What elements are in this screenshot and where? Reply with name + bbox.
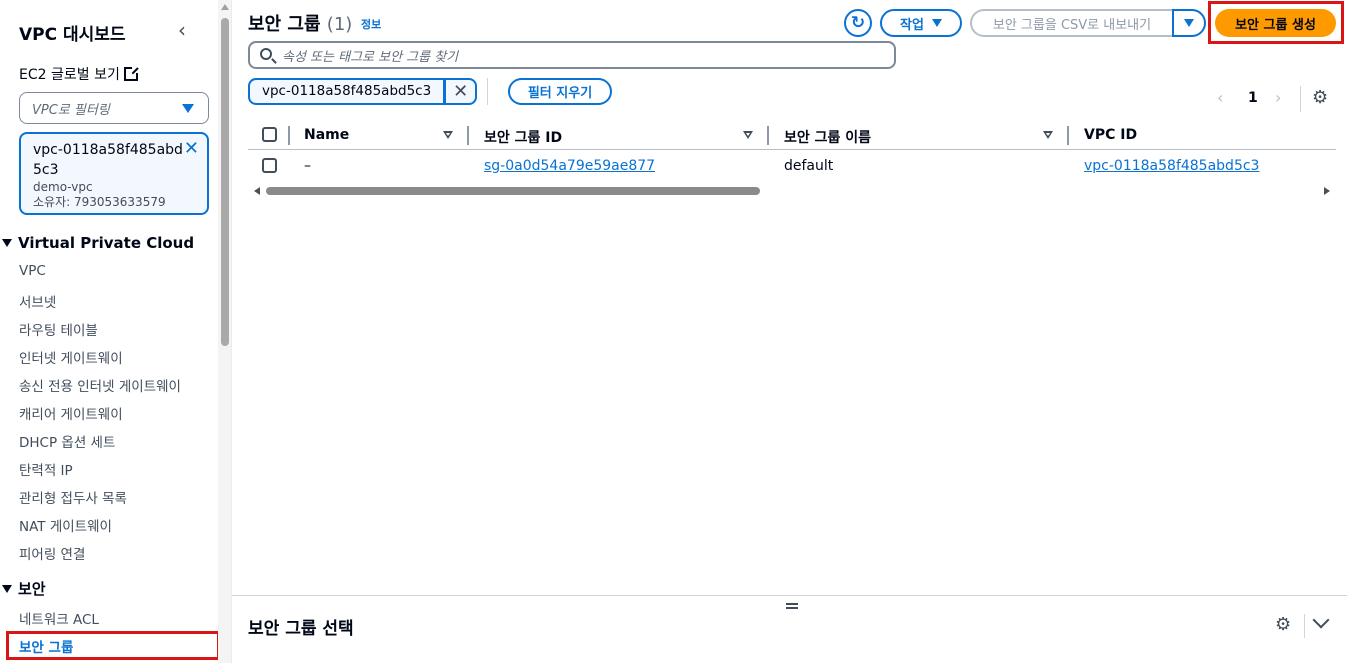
detail-split-panel: 보안 그룹 선택 ⚙	[232, 595, 1347, 663]
sidebar-item-internet-gateways[interactable]: 인터넷 게이트웨이	[19, 347, 123, 367]
export-csv-button[interactable]: 보안 그룹을 CSV로 내보내기	[970, 9, 1172, 37]
refresh-icon: ↻	[850, 13, 866, 33]
main-content: 보안 그룹 (1) 정보 ↻ 작업 보안 그룹을 CSV로 내보내기 보안 그룹…	[232, 0, 1347, 663]
sidebar-title[interactable]: VPC 대시보드	[19, 20, 126, 45]
ec2-global-view-link[interactable]: EC2 글로벌 보기	[19, 64, 139, 84]
next-page-icon[interactable]: ›	[1275, 88, 1281, 107]
vpc-filter-select[interactable]: VPC로 필터링	[19, 92, 209, 124]
search-placeholder: 속성 또는 태그로 보안 그룹 찾기	[282, 49, 459, 65]
section-vpc-toggle[interactable]: Virtual Private Cloud	[2, 234, 194, 252]
caret-down-icon	[2, 239, 12, 247]
collapse-sidebar-icon[interactable]: ‹	[178, 20, 194, 42]
scroll-up-icon[interactable]	[221, 4, 229, 10]
caret-down-icon	[931, 19, 942, 27]
column-header-vpc-id[interactable]: VPC ID	[1084, 127, 1137, 143]
sidebar-item-dhcp-option-sets[interactable]: DHCP 옵션 세트	[19, 431, 115, 451]
sidebar-item-egress-only-gateways[interactable]: 송신 전용 인터넷 게이트웨이	[19, 375, 181, 395]
caret-down-icon	[1184, 19, 1194, 27]
page-title: 보안 그룹 (1)	[248, 10, 352, 36]
sidebar-item-network-acls[interactable]: 네트워크 ACL	[19, 608, 99, 628]
export-dropdown-button[interactable]	[1172, 9, 1206, 37]
filter-token: vpc-0118a58f485abd5c3 ✕	[248, 78, 478, 105]
filter-token-value: vpc-0118a58f485abd5c3	[248, 78, 446, 105]
search-input[interactable]: 속성 또는 태그로 보안 그룹 찾기	[248, 41, 896, 69]
table-preferences-gear-icon[interactable]: ⚙	[1312, 87, 1328, 108]
sidebar-item-managed-prefix-lists[interactable]: 관리형 접두사 목록	[19, 487, 127, 507]
caret-down-icon	[182, 104, 194, 113]
sidebar-item-subnets[interactable]: 서브넷	[19, 291, 56, 311]
selected-vpc-id: vpc-0118a58f485abd5c3	[33, 142, 183, 178]
page-title-text: 보안 그룹	[248, 14, 321, 35]
table-header: Name 보안 그룹 ID 보안 그룹 이름 VPC ID	[248, 120, 1336, 150]
external-link-icon	[123, 66, 139, 81]
sort-icon[interactable]	[443, 131, 453, 139]
column-divider	[288, 126, 290, 145]
column-header-sg-id[interactable]: 보안 그룹 ID	[484, 127, 562, 147]
split-panel-settings-gear-icon[interactable]: ⚙	[1275, 614, 1291, 635]
sidebar-scrollbar[interactable]	[218, 0, 232, 663]
section-security-toggle[interactable]: 보안	[2, 578, 46, 599]
cell-sg-id-link[interactable]: sg-0a0d54a79e59ae877	[484, 158, 655, 174]
cell-name: –	[304, 158, 311, 174]
select-all-checkbox[interactable]	[262, 127, 277, 142]
divider	[1304, 614, 1305, 638]
refresh-button[interactable]: ↻	[844, 9, 872, 37]
security-groups-table: Name 보안 그룹 ID 보안 그룹 이름 VPC ID – sg-0a0d5…	[248, 120, 1336, 183]
scroll-left-icon[interactable]	[254, 187, 260, 195]
remove-vpc-filter-icon[interactable]: ✕	[184, 138, 199, 159]
clear-filters-button[interactable]: 필터 지우기	[508, 78, 612, 105]
column-header-sg-name[interactable]: 보안 그룹 이름	[784, 127, 871, 147]
chevron-down-icon[interactable]	[1312, 611, 1330, 629]
previous-page-icon[interactable]: ‹	[1217, 88, 1223, 107]
scroll-right-icon[interactable]	[1324, 187, 1330, 195]
sidebar-item-vpc[interactable]: VPC	[19, 263, 46, 279]
column-divider[interactable]	[767, 126, 769, 145]
search-icon	[260, 48, 272, 60]
vpc-filter-placeholder: VPC로 필터링	[32, 102, 110, 118]
sort-icon[interactable]	[743, 131, 753, 139]
info-link[interactable]: 정보	[361, 16, 381, 32]
sidebar-item-route-tables[interactable]: 라우팅 테이블	[19, 319, 98, 339]
divider	[487, 78, 488, 105]
item-count: (1)	[326, 14, 353, 35]
column-divider[interactable]	[467, 126, 469, 145]
highlight-box	[6, 631, 220, 660]
section-security-label: 보안	[18, 580, 46, 598]
table-row[interactable]: – sg-0a0d54a79e59ae877 default vpc-0118a…	[248, 150, 1336, 183]
resize-handle-icon[interactable]	[786, 603, 798, 609]
split-panel-title: 보안 그룹 선택	[248, 619, 354, 639]
sidebar-item-carrier-gateways[interactable]: 캐리어 게이트웨이	[19, 403, 123, 423]
cell-sg-name: default	[784, 158, 834, 174]
selected-vpc-token: vpc-0118a58f485abd5c3 demo-vpc 소유자: 7930…	[19, 132, 209, 215]
current-page[interactable]: 1	[1248, 90, 1258, 106]
scrollbar-thumb[interactable]	[221, 18, 229, 346]
cell-vpc-id-link[interactable]: vpc-0118a58f485abd5c3	[1084, 158, 1259, 174]
selected-vpc-name: demo-vpc	[33, 180, 93, 194]
column-divider[interactable]	[1067, 126, 1069, 145]
sidebar-item-elastic-ips[interactable]: 탄력적 IP	[19, 459, 73, 479]
table-horizontal-scrollbar[interactable]	[248, 184, 1336, 198]
sidebar-item-nat-gateways[interactable]: NAT 게이트웨이	[19, 515, 112, 535]
divider	[1300, 86, 1301, 112]
scrollbar-thumb[interactable]	[266, 187, 760, 195]
sidebar-item-peering-connections[interactable]: 피어링 연결	[19, 543, 85, 563]
row-checkbox[interactable]	[262, 158, 277, 173]
ec2-global-view-label: EC2 글로벌 보기	[19, 67, 120, 83]
sidebar: VPC 대시보드 ‹ EC2 글로벌 보기 VPC로 필터링 vpc-0118a…	[0, 0, 220, 663]
highlight-box	[1208, 1, 1344, 44]
column-header-name[interactable]: Name	[304, 127, 349, 143]
caret-down-icon	[2, 584, 12, 593]
sort-icon[interactable]	[1043, 131, 1053, 139]
selected-vpc-owner: 소유자: 793053633579	[33, 195, 166, 209]
section-vpc-label: Virtual Private Cloud	[18, 234, 195, 252]
remove-filter-icon[interactable]: ✕	[445, 78, 478, 105]
actions-label: 작업	[900, 17, 924, 33]
actions-button[interactable]: 작업	[880, 9, 962, 37]
